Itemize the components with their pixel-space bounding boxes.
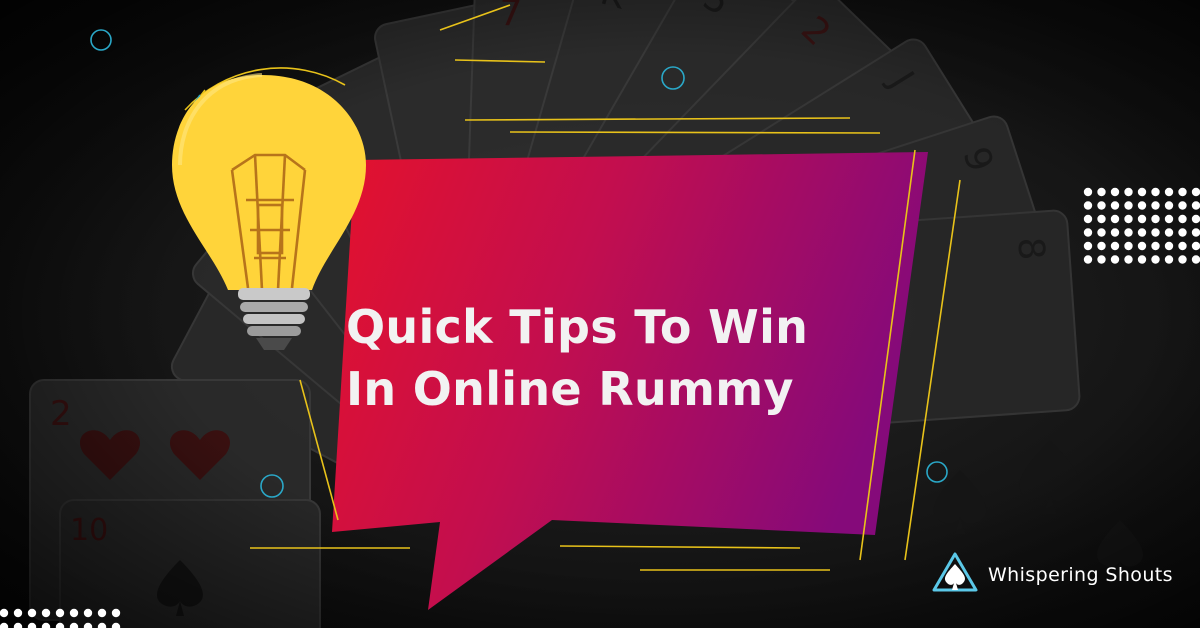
dot — [1178, 228, 1187, 237]
dot — [1164, 255, 1174, 264]
dot — [1083, 241, 1093, 251]
headline-line-1: Quick Tips To Win — [346, 300, 809, 354]
dot — [83, 608, 93, 618]
dot — [97, 608, 107, 618]
dot — [1097, 255, 1106, 264]
headline: Quick Tips To Win In Online Rummy — [346, 296, 906, 420]
rummy-tips-banner: 9 A 3 7 K 5 — [0, 0, 1200, 628]
dot — [1164, 241, 1174, 251]
dot — [0, 608, 9, 618]
dot — [41, 608, 51, 618]
dot — [1191, 214, 1200, 224]
dot — [1164, 228, 1174, 237]
dot — [1151, 228, 1160, 237]
dot — [1097, 241, 1106, 251]
dot — [1110, 228, 1120, 237]
dot — [1178, 201, 1187, 210]
dot — [1097, 214, 1106, 224]
dot — [1137, 214, 1147, 224]
dot — [1164, 187, 1174, 197]
spade-logo-icon — [932, 552, 978, 592]
headline-line-2: In Online Rummy — [346, 362, 794, 416]
dot — [1151, 241, 1160, 251]
dot — [1083, 214, 1093, 224]
dot — [1178, 255, 1187, 264]
dot — [1097, 201, 1106, 210]
dot — [1083, 187, 1093, 197]
dot — [1178, 187, 1187, 197]
dot — [1110, 255, 1120, 264]
dot — [13, 608, 23, 618]
brand-name: Whispering Shouts — [988, 564, 1173, 586]
dot — [1083, 255, 1093, 264]
dot — [1083, 228, 1093, 237]
dot — [1191, 241, 1200, 251]
dot — [1124, 228, 1133, 237]
dot — [1083, 201, 1093, 210]
dot — [1137, 255, 1147, 264]
dot — [1191, 255, 1200, 264]
brand-logo: Whispering Shouts — [930, 552, 1173, 598]
dot — [1151, 187, 1160, 197]
dot — [1191, 187, 1200, 197]
dot — [1124, 187, 1133, 197]
dot — [1110, 201, 1120, 210]
dot — [1124, 201, 1133, 210]
dot — [1110, 241, 1120, 251]
dot — [1124, 241, 1133, 251]
dot — [1151, 214, 1160, 224]
dot — [1097, 187, 1106, 197]
dot — [111, 608, 121, 618]
dot — [1191, 201, 1200, 210]
dot — [1097, 228, 1106, 237]
dot — [1110, 187, 1120, 197]
dot — [1178, 241, 1187, 251]
dot — [1137, 187, 1147, 197]
dot — [1151, 201, 1160, 210]
dot — [1178, 214, 1187, 224]
dot — [27, 608, 37, 618]
dot — [1191, 228, 1200, 237]
dot — [69, 608, 79, 618]
dot — [55, 608, 65, 618]
dot — [1110, 214, 1120, 224]
dot — [1137, 228, 1147, 237]
dot — [1164, 214, 1174, 224]
dot — [1124, 255, 1133, 264]
dot — [1137, 241, 1147, 251]
dot — [1151, 255, 1160, 264]
dot — [1124, 214, 1133, 224]
dot — [1164, 201, 1174, 210]
dot — [1137, 201, 1147, 210]
